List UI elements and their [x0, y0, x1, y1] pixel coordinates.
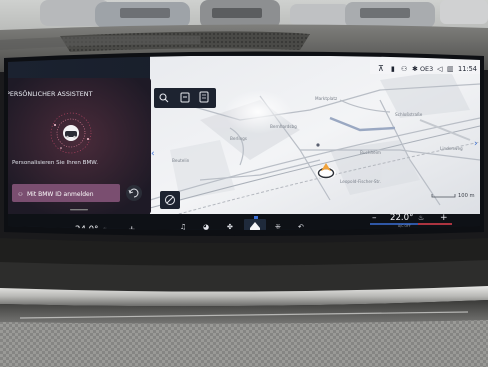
- user-icon: ⚇: [401, 65, 407, 73]
- chevron-right-icon[interactable]: ›: [474, 139, 478, 149]
- phone-icon[interactable]: ◕: [203, 223, 209, 231]
- apps-icon[interactable]: ⁜: [275, 223, 281, 231]
- map-toolbar: [154, 88, 216, 108]
- fan-icon[interactable]: ✤: [227, 223, 233, 231]
- map-label: Buchheim: [360, 150, 381, 155]
- screen-lower-bezel: [0, 238, 488, 267]
- assistant-description: Personalisieren Sie Ihren BMW.: [12, 160, 98, 166]
- passenger-temp-increase[interactable]: +: [440, 213, 448, 223]
- passenger-temp[interactable]: 22.0°: [390, 213, 413, 223]
- bluetooth-icon: ✱: [412, 65, 418, 73]
- map-toolbar-background: [154, 88, 216, 108]
- map-label: Bernhardsbg: [270, 124, 297, 129]
- signal-text: OE3: [420, 65, 433, 73]
- status-bar: ⊼ ▮ ⚇ ✱ OE3 ◁ ▥ 11:54: [370, 60, 480, 74]
- home-indicator: [254, 216, 258, 219]
- refresh-button[interactable]: [126, 185, 142, 201]
- person-icon: ⚇: [18, 192, 23, 198]
- map-label: Beutelin: [172, 158, 190, 163]
- passenger-temp-decrease[interactable]: –: [372, 213, 377, 223]
- login-button[interactable]: ⚇ Mit BMW ID anmelden: [12, 184, 120, 202]
- wifi-icon: ▥: [447, 65, 454, 73]
- navigation-icon: ⊼: [378, 64, 384, 73]
- passenger-seat-heat-icon[interactable]: ♨: [418, 214, 424, 222]
- clock: 11:54: [458, 65, 477, 73]
- map-label: Lindenweg: [440, 146, 463, 151]
- chevron-left-icon[interactable]: ‹: [151, 149, 155, 159]
- map-label: Berlings: [230, 136, 247, 141]
- assistant-title: PERSÖNLICHER ASSISTENT: [6, 89, 93, 98]
- page-indicator: [70, 209, 88, 211]
- map-label: Schloßstraße: [395, 112, 423, 117]
- car-interior-photo: Beutelin Berlings Bernhardsbg Buchheim L…: [0, 0, 488, 367]
- assistant-widget[interactable]: PERSÖNLICHER ASSISTENT Personalisieren S…: [6, 78, 151, 214]
- driver-ac-label: A/C OFF: [86, 237, 99, 241]
- center-console-texture: [0, 320, 488, 367]
- map-scale-label: 100 m: [458, 193, 475, 199]
- volume-icon: ◁: [437, 65, 443, 73]
- map-label: Leopold-Fischer-Str.: [340, 179, 381, 184]
- parked-cars: [40, 0, 488, 28]
- battery-icon: ▮: [391, 65, 395, 73]
- login-button-label: Mit BMW ID anmelden: [27, 191, 94, 198]
- map-label: Marktplatz: [315, 96, 338, 101]
- navigation-mode-button[interactable]: [160, 191, 180, 209]
